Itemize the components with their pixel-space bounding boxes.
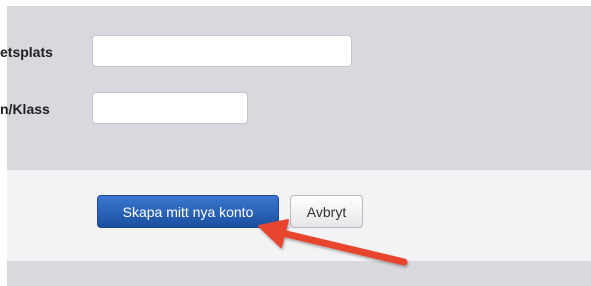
arrow-pointer-icon (258, 219, 408, 266)
